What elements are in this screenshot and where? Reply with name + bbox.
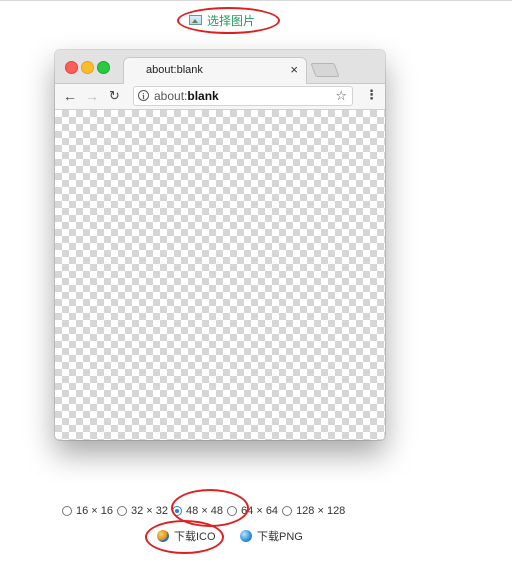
size-option-48[interactable]: 48 × 48 xyxy=(172,505,223,517)
size-option-128[interactable]: 128 × 128 xyxy=(282,505,345,517)
top-divider xyxy=(0,0,512,1)
radio-48[interactable] xyxy=(172,506,183,516)
bookmark-star-icon[interactable]: ☆ xyxy=(335,88,347,104)
download-png-label: 下载PNG xyxy=(257,531,303,543)
reload-icon[interactable]: ↻ xyxy=(109,87,120,105)
download-ico-button[interactable]: 下载ICO xyxy=(157,528,216,544)
url-bold: blank xyxy=(187,89,219,103)
menu-kebab-icon[interactable]: ⋮ xyxy=(365,88,378,102)
radio-32[interactable] xyxy=(117,506,128,516)
tab-about-blank[interactable]: about:blank × xyxy=(123,57,307,84)
download-ico-label: 下载ICO xyxy=(174,531,216,543)
image-icon xyxy=(189,15,202,25)
radio-16[interactable] xyxy=(62,506,72,516)
minimize-window-icon[interactable] xyxy=(81,61,94,74)
url-text: about:blank xyxy=(154,89,219,103)
browser-preview: about:blank × ← → ↻ i about:blank ☆ ⋮ xyxy=(55,50,385,440)
choose-image-label: 选择图片 xyxy=(207,13,256,28)
radio-128[interactable] xyxy=(282,506,293,516)
size-label-16: 16 × 16 xyxy=(76,505,114,517)
size-label-64: 64 × 64 xyxy=(241,505,279,517)
size-label-48: 48 × 48 xyxy=(186,505,224,517)
address-bar[interactable]: i about:blank ☆ xyxy=(133,86,353,106)
new-tab-button[interactable] xyxy=(310,63,340,77)
choose-image-button[interactable]: 选择图片 xyxy=(189,12,255,28)
url-prefix: about: xyxy=(154,89,188,103)
size-label-128: 128 × 128 xyxy=(296,505,346,517)
globe-icon xyxy=(240,530,252,542)
browser-toolbar: ← → ↻ i about:blank ☆ ⋮ xyxy=(55,84,385,110)
tab-title: about:blank xyxy=(146,64,203,76)
title-bar: about:blank × xyxy=(55,50,385,84)
forward-arrow-icon[interactable]: → xyxy=(85,87,99,105)
ico-icon xyxy=(157,530,169,542)
size-option-64[interactable]: 64 × 64 xyxy=(227,505,278,517)
maximize-window-icon[interactable] xyxy=(97,61,110,74)
transparent-canvas xyxy=(55,110,385,440)
tab-close-icon[interactable]: × xyxy=(290,62,298,77)
size-options: 16 × 16 32 × 32 48 × 48 64 × 64 128 × 12… xyxy=(62,505,349,517)
close-window-icon[interactable] xyxy=(65,61,78,74)
radio-64[interactable] xyxy=(227,506,238,516)
size-option-32[interactable]: 32 × 32 xyxy=(117,505,168,517)
info-icon[interactable]: i xyxy=(138,90,149,101)
back-arrow-icon[interactable]: ← xyxy=(63,87,77,105)
size-label-32: 32 × 32 xyxy=(131,505,169,517)
size-option-16[interactable]: 16 × 16 xyxy=(62,505,113,517)
download-png-button[interactable]: 下载PNG xyxy=(240,528,303,544)
